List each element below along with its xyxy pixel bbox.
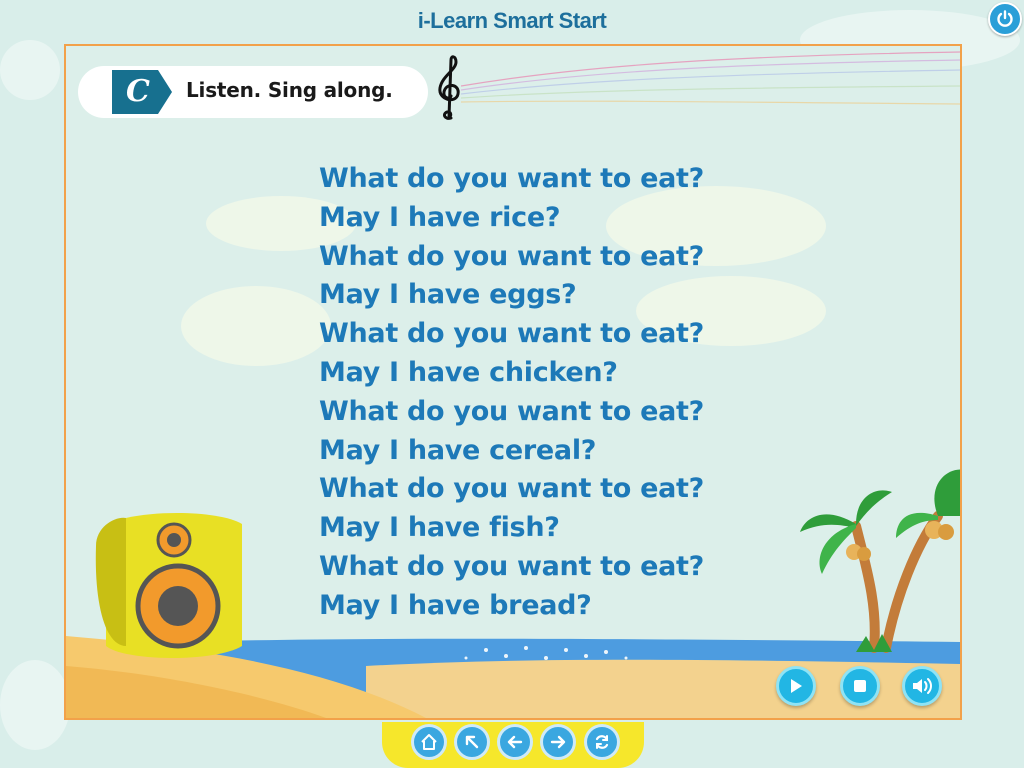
background-cloud bbox=[0, 40, 60, 100]
previous-button[interactable] bbox=[497, 724, 533, 760]
background-cloud bbox=[0, 660, 70, 750]
lyric-line: What do you want to eat? bbox=[319, 163, 705, 194]
arrow-right-icon bbox=[550, 735, 566, 749]
lyric-line: May I have eggs? bbox=[319, 279, 577, 311]
lyric-line: What do you want to eat? bbox=[319, 318, 705, 350]
stop-icon bbox=[854, 680, 866, 692]
arrow-up-left-icon bbox=[465, 735, 479, 749]
lyric-line: May I have bread? bbox=[319, 589, 592, 621]
lyric-line: May I have rice? bbox=[319, 201, 561, 233]
volume-button[interactable] bbox=[902, 666, 942, 706]
next-button[interactable] bbox=[540, 724, 576, 760]
lyric-line: May I have cereal? bbox=[319, 434, 597, 466]
power-button[interactable] bbox=[988, 2, 1022, 36]
lyric-line: What do you want to eat? bbox=[319, 395, 705, 427]
lyric-line: What do you want to eat? bbox=[319, 473, 705, 505]
lesson-panel: C Listen. Sing along. What do you want t… bbox=[64, 44, 962, 720]
home-icon bbox=[421, 734, 437, 750]
play-button[interactable] bbox=[776, 666, 816, 706]
arrow-left-icon bbox=[507, 735, 523, 749]
lyric-line: What do you want to eat? bbox=[319, 240, 705, 272]
stop-button[interactable] bbox=[840, 666, 880, 706]
replay-button[interactable] bbox=[584, 724, 620, 760]
lyric-line: May I have fish? bbox=[319, 512, 560, 544]
app-title: i-Learn Smart Start bbox=[417, 8, 607, 33]
back-to-menu-button[interactable] bbox=[454, 724, 490, 760]
refresh-icon bbox=[595, 735, 609, 749]
speaker-icon bbox=[913, 678, 932, 694]
play-icon bbox=[791, 679, 802, 693]
lyric-line: May I have chicken? bbox=[319, 356, 618, 388]
lyric-line: What do you want to eat? bbox=[319, 550, 705, 582]
power-icon bbox=[997, 10, 1013, 27]
song-lyrics: What do you want to eat? May I have rice… bbox=[319, 160, 704, 626]
home-button[interactable] bbox=[411, 724, 447, 760]
